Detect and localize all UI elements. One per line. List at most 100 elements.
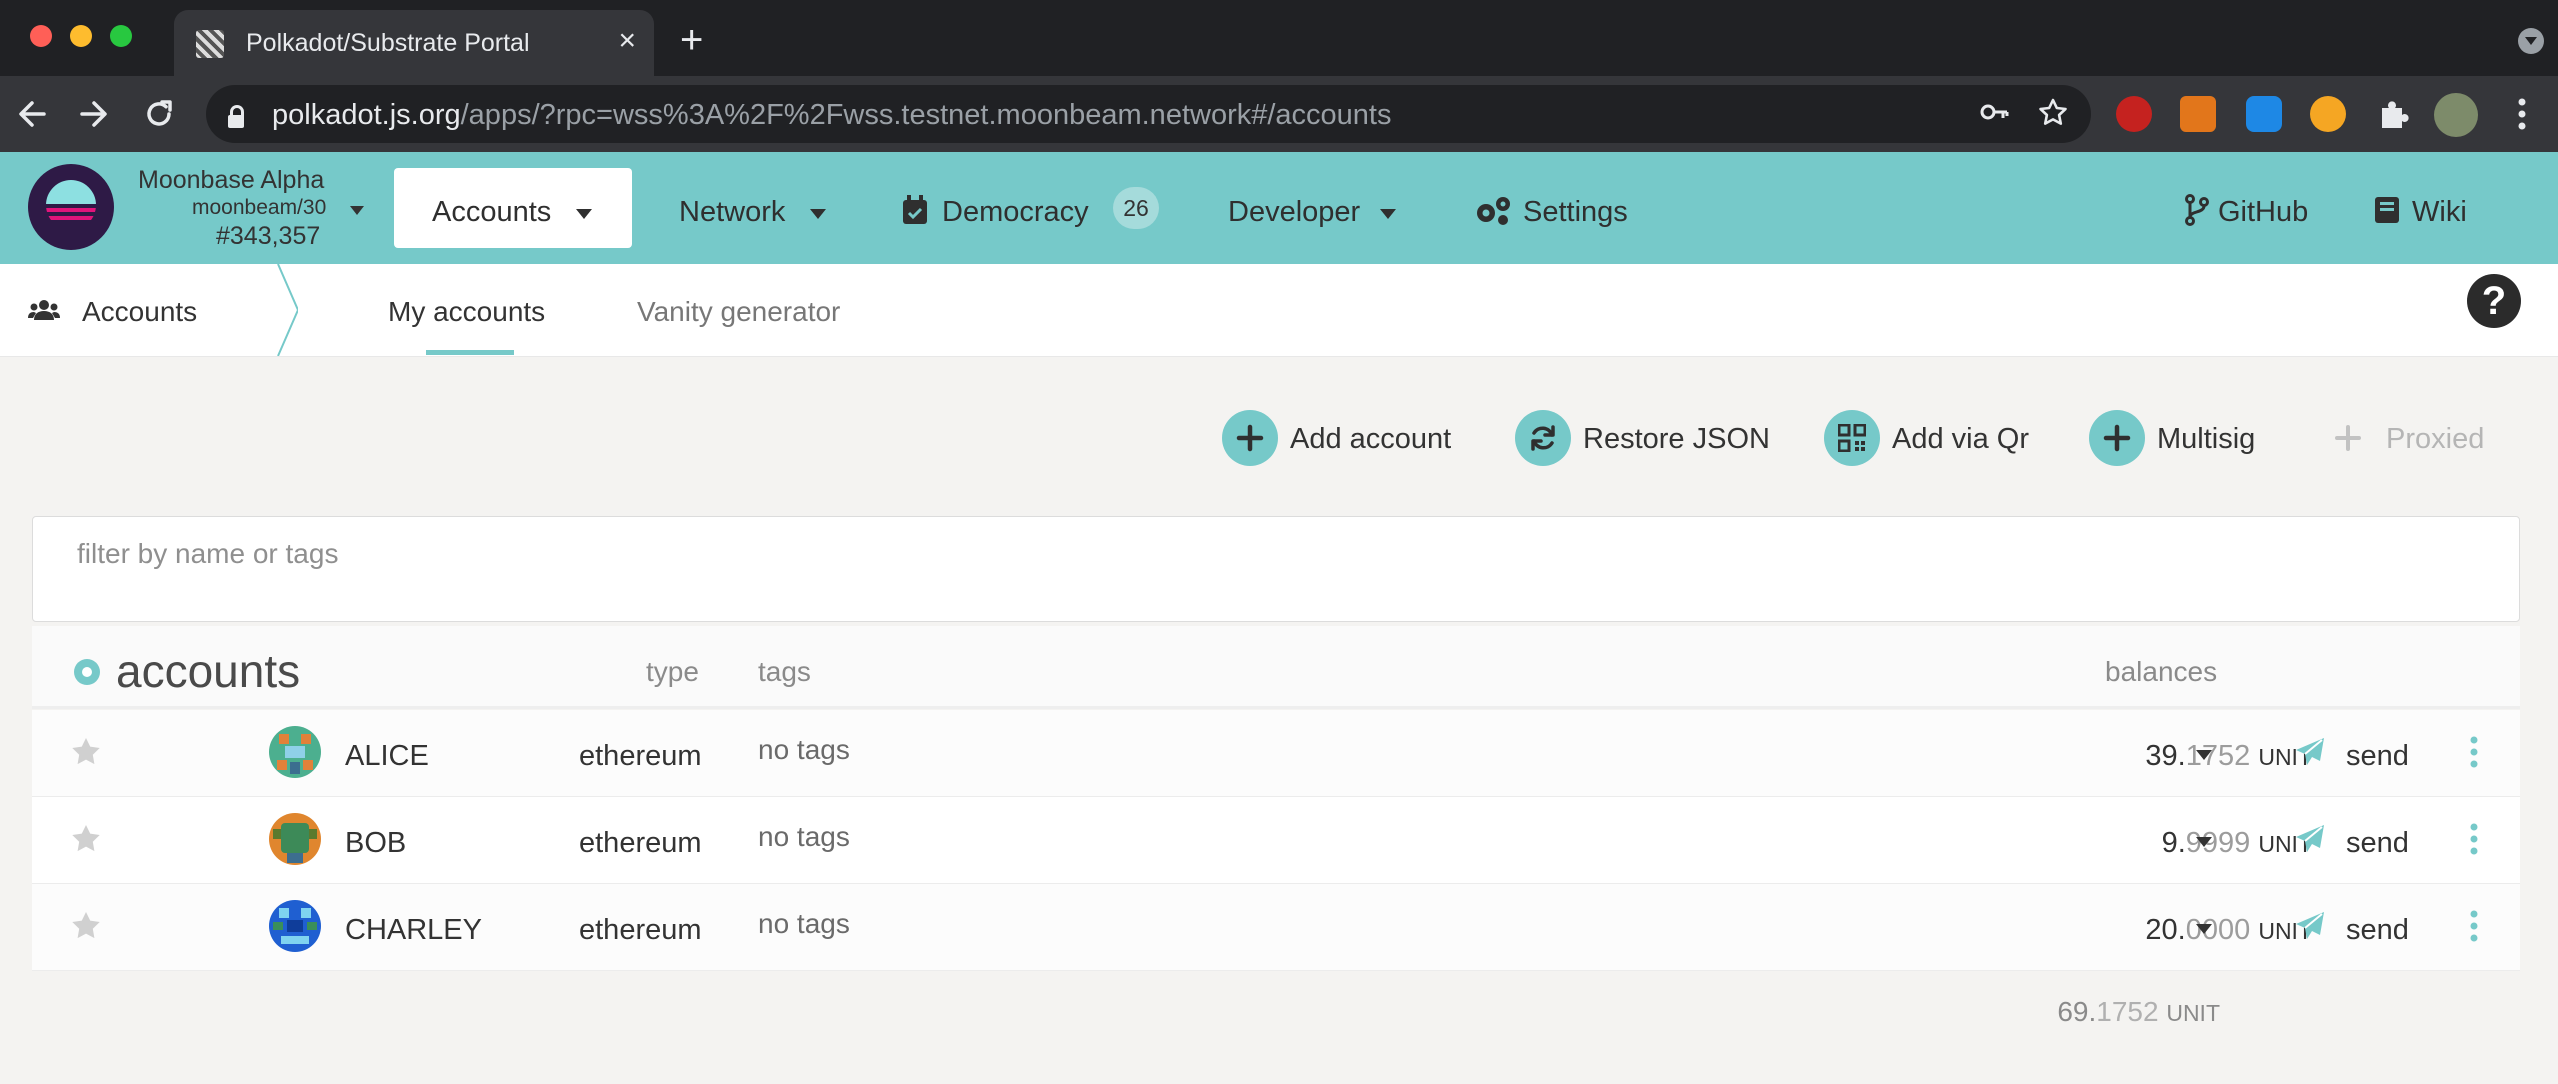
close-window-button[interactable] bbox=[30, 25, 52, 47]
book-icon bbox=[2374, 196, 2400, 229]
filter-box bbox=[32, 516, 2520, 622]
chevron-down-icon[interactable] bbox=[2196, 837, 2212, 847]
back-arrow-icon[interactable] bbox=[16, 92, 48, 146]
section-title[interactable]: Accounts bbox=[82, 296, 197, 328]
plus-icon bbox=[1222, 410, 1278, 466]
sub-navigation: Accounts My accounts Vanity generator ? bbox=[0, 264, 2558, 357]
democracy-count-badge: 26 bbox=[1113, 187, 1159, 229]
chain-name[interactable]: Moonbase Alpha bbox=[138, 166, 324, 195]
sync-icon bbox=[1515, 410, 1571, 466]
menu-network[interactable]: Network bbox=[679, 196, 785, 229]
account-tags[interactable]: no tags bbox=[758, 734, 850, 766]
star-icon[interactable] bbox=[70, 736, 102, 773]
send-button[interactable]: send bbox=[2346, 914, 2409, 947]
add-account-label: Add account bbox=[1290, 423, 1452, 455]
extension-adblock-icon[interactable] bbox=[2116, 96, 2152, 132]
paper-plane-icon[interactable] bbox=[2294, 736, 2326, 773]
qrcode-icon bbox=[1824, 410, 1880, 466]
maximize-window-button[interactable] bbox=[110, 25, 132, 47]
table-row: ALICE ethereum no tags 39.1752 UNIT send bbox=[32, 710, 2520, 797]
chevron-down-icon[interactable] bbox=[350, 206, 364, 215]
chevron-down-icon[interactable] bbox=[2196, 750, 2212, 760]
tab-title: Polkadot/Substrate Portal bbox=[246, 29, 530, 57]
active-tab-indicator bbox=[426, 350, 514, 355]
new-tab-button[interactable]: + bbox=[680, 20, 703, 60]
star-icon[interactable] bbox=[70, 910, 102, 947]
moonbase-logo[interactable] bbox=[28, 164, 114, 250]
total-balance: 69.1752 UNIT bbox=[2057, 996, 2220, 1027]
menu-wiki[interactable]: Wiki bbox=[2412, 196, 2467, 229]
send-button[interactable]: send bbox=[2346, 740, 2409, 773]
tab-my-accounts[interactable]: My accounts bbox=[388, 296, 545, 328]
multisig-label: Multisig bbox=[2157, 423, 2256, 455]
add-via-qr-label: Add via Qr bbox=[1892, 423, 2029, 455]
app-header: Moonbase Alpha moonbeam/30 #343,357 Acco… bbox=[0, 152, 2558, 264]
identicon-avatar[interactable] bbox=[269, 813, 321, 865]
bookmark-star-icon[interactable] bbox=[2037, 97, 2069, 137]
more-options-icon[interactable] bbox=[2468, 734, 2480, 775]
browser-toolbar: polkadot.js.org/apps/?rpc=wss%3A%2F%2Fws… bbox=[0, 76, 2558, 152]
identicon-avatar[interactable] bbox=[269, 900, 321, 952]
table-row: BOB ethereum no tags 9.9999 UNIT send bbox=[32, 797, 2520, 884]
favicon-icon bbox=[196, 30, 224, 58]
filter-input[interactable] bbox=[75, 533, 1279, 575]
tab-search-button[interactable] bbox=[2518, 28, 2544, 54]
browser-tab[interactable]: Polkadot/Substrate Portal × bbox=[174, 10, 654, 76]
address-bar[interactable]: polkadot.js.org/apps/?rpc=wss%3A%2F%2Fws… bbox=[206, 85, 2091, 143]
account-balance[interactable]: 9.9999 UNIT bbox=[2162, 827, 2312, 860]
table-header: accounts type tags balances bbox=[32, 626, 2520, 709]
extension-window-icon[interactable] bbox=[2246, 96, 2282, 132]
chain-spec[interactable]: moonbeam/30 bbox=[192, 196, 326, 220]
more-options-icon[interactable] bbox=[2468, 908, 2480, 949]
dot-circle-icon bbox=[74, 659, 100, 685]
url-text[interactable]: polkadot.js.org/apps/?rpc=wss%3A%2F%2Fws… bbox=[272, 99, 1392, 132]
paper-plane-icon[interactable] bbox=[2294, 910, 2326, 947]
account-type: ethereum bbox=[579, 827, 702, 859]
menu-github[interactable]: GitHub bbox=[2218, 196, 2308, 229]
account-name[interactable]: ALICE bbox=[345, 740, 429, 773]
account-tags[interactable]: no tags bbox=[758, 821, 850, 853]
extensions-puzzle-icon[interactable] bbox=[2374, 96, 2410, 132]
account-tags[interactable]: no tags bbox=[758, 908, 850, 940]
column-tags: tags bbox=[758, 656, 811, 687]
breadcrumb-separator bbox=[277, 264, 298, 356]
menu-democracy[interactable]: Democracy bbox=[942, 196, 1089, 229]
menu-developer[interactable]: Developer bbox=[1228, 196, 1360, 229]
account-balance[interactable]: 20.0000 UNIT bbox=[2145, 914, 2312, 947]
extension-p-icon[interactable] bbox=[2310, 96, 2346, 132]
lock-icon[interactable] bbox=[228, 105, 244, 128]
menu-accounts-label: Accounts bbox=[432, 196, 552, 228]
identicon-avatar[interactable] bbox=[269, 726, 321, 778]
send-button[interactable]: send bbox=[2346, 827, 2409, 860]
plus-icon bbox=[2089, 410, 2145, 466]
chevron-down-icon[interactable] bbox=[2196, 924, 2212, 934]
menu-accounts[interactable]: Accounts bbox=[394, 168, 632, 248]
restore-json-label: Restore JSON bbox=[1583, 423, 1770, 455]
account-name[interactable]: CHARLEY bbox=[345, 914, 482, 947]
reload-icon[interactable] bbox=[142, 92, 176, 146]
block-number: #343,357 bbox=[216, 222, 321, 250]
table-title: accounts bbox=[116, 645, 301, 697]
menu-settings[interactable]: Settings bbox=[1523, 196, 1628, 229]
chevron-down-icon bbox=[1380, 209, 1396, 219]
tab-vanity-generator[interactable]: Vanity generator bbox=[637, 296, 840, 328]
profile-avatar[interactable] bbox=[2434, 93, 2478, 137]
chevron-down-icon bbox=[810, 209, 826, 219]
account-type: ethereum bbox=[579, 914, 702, 946]
forward-arrow-icon[interactable] bbox=[78, 92, 110, 146]
proxied-label: Proxied bbox=[2386, 423, 2485, 455]
extension-metamask-icon[interactable] bbox=[2180, 96, 2216, 132]
users-icon bbox=[28, 298, 60, 327]
browser-menu-icon[interactable] bbox=[2512, 94, 2532, 144]
paper-plane-icon[interactable] bbox=[2294, 823, 2326, 860]
star-icon[interactable] bbox=[70, 823, 102, 860]
help-icon[interactable]: ? bbox=[2467, 274, 2521, 328]
minimize-window-button[interactable] bbox=[70, 25, 92, 47]
column-type: type bbox=[646, 656, 699, 687]
gears-icon bbox=[1474, 195, 1512, 232]
key-icon[interactable] bbox=[1979, 97, 2009, 135]
account-balance[interactable]: 39.1752 UNIT bbox=[2145, 740, 2312, 773]
account-name[interactable]: BOB bbox=[345, 827, 406, 860]
more-options-icon[interactable] bbox=[2468, 821, 2480, 862]
close-tab-icon[interactable]: × bbox=[618, 24, 636, 58]
